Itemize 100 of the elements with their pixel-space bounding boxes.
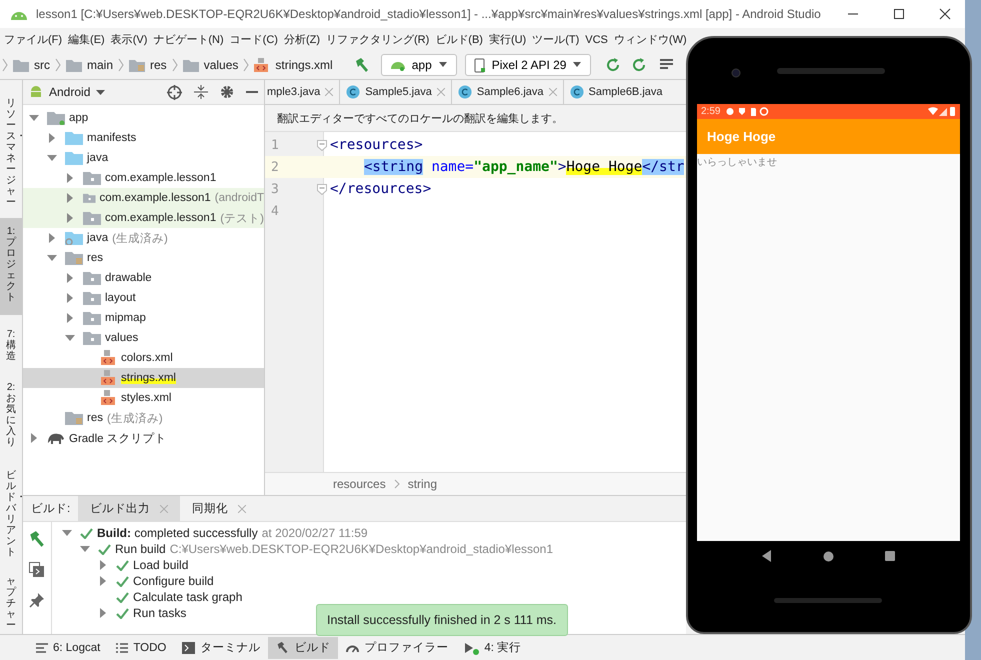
- expand-arrow-icon[interactable]: [29, 433, 39, 443]
- tree-item[interactable]: values: [23, 328, 264, 348]
- tree-item[interactable]: layout: [23, 288, 264, 308]
- tool-window-tab[interactable]: ャプチャー: [0, 572, 22, 635]
- breadcrumb-item[interactable]: res: [129, 58, 167, 72]
- editor-tab[interactable]: Sample6.java: [452, 80, 564, 104]
- menu-item[interactable]: リファクタリング(R): [326, 32, 430, 47]
- breadcrumb-item[interactable]: src: [13, 58, 50, 72]
- panel-tab[interactable]: 同期化: [180, 496, 258, 521]
- maximize-icon[interactable]: [893, 8, 905, 20]
- menu-item[interactable]: ファイル(F): [4, 32, 62, 47]
- tool-window-button[interactable]: 4: 実行: [456, 636, 530, 658]
- tree-item[interactable]: manifests: [23, 128, 264, 148]
- tool-window-button[interactable]: プロファイラー: [338, 636, 456, 658]
- menu-item[interactable]: ウィンドウ(W): [614, 32, 687, 47]
- tree-item[interactable]: java: [23, 148, 264, 168]
- view-dropdown[interactable]: Android: [29, 85, 106, 99]
- expand-arrow-icon[interactable]: [65, 333, 75, 343]
- tree-item[interactable]: Gradle スクリプト: [23, 428, 264, 448]
- tree-item[interactable]: com.example.lesson1 (androidT: [23, 188, 264, 208]
- build-step[interactable]: Build: completed successfully: [97, 526, 258, 540]
- expand-arrow-icon[interactable]: [62, 528, 72, 538]
- expand-arrow-icon[interactable]: [65, 173, 75, 183]
- tree-item[interactable]: colors.xml: [23, 348, 264, 368]
- tree-item[interactable]: com.example.lesson1 (テスト): [23, 208, 264, 228]
- build-step[interactable]: Calculate task graph: [133, 590, 242, 604]
- tool-window-tab[interactable]: 1: プロジェクト: [0, 218, 22, 315]
- tool-window-button[interactable]: ビルド: [268, 636, 338, 658]
- tree-item[interactable]: drawable: [23, 268, 264, 288]
- build-step[interactable]: Run tasks: [133, 606, 186, 620]
- expand-arrow-icon[interactable]: [98, 608, 108, 618]
- editor-tab[interactable]: mple3.java: [265, 80, 340, 104]
- breadcrumb-item[interactable]: main: [66, 58, 114, 72]
- menu-item[interactable]: 表示(V): [110, 32, 148, 47]
- breadcrumb-item[interactable]: resources: [333, 477, 386, 491]
- tree-item[interactable]: java (生成済み): [23, 228, 264, 248]
- fold-icon[interactable]: [317, 184, 327, 194]
- tree-item[interactable]: res: [23, 248, 264, 268]
- tree-item[interactable]: styles.xml: [23, 388, 264, 408]
- breadcrumb-item[interactable]: values: [182, 58, 238, 72]
- tool-window-tab[interactable]: リソース・マネージャー: [0, 94, 22, 212]
- settings-icon[interactable]: [220, 85, 234, 99]
- tool-window-tab[interactable]: 7: 構造: [0, 325, 22, 366]
- line-number: 2: [270, 160, 280, 174]
- expand-arrow-icon[interactable]: [80, 544, 90, 554]
- expand-arrow-icon[interactable]: [98, 560, 108, 570]
- breadcrumb-item[interactable]: strings.xml: [254, 58, 333, 72]
- expand-arrow-icon[interactable]: [65, 213, 75, 223]
- window-title: lesson1 [C:¥Users¥web.DESKTOP-EQR2U6K¥Desktop¥android_stadio¥lesson1] - ...¥app¥src¥main¥res¥values¥strings.xml [app] - Android Studio: [36, 7, 821, 21]
- expand-arrow-icon[interactable]: [65, 313, 75, 323]
- console-icon[interactable]: [29, 562, 45, 578]
- module-dropdown[interactable]: app: [380, 54, 457, 76]
- menu-item[interactable]: ビルド(B): [435, 32, 483, 47]
- panel-tab[interactable]: ビルド出力: [78, 496, 180, 521]
- back-icon[interactable]: [762, 550, 772, 562]
- tree-item[interactable]: app: [23, 108, 264, 128]
- expand-arrow-icon[interactable]: [65, 193, 75, 203]
- home-icon[interactable]: [822, 550, 834, 562]
- editor-tab[interactable]: Sample6B.java: [564, 80, 665, 104]
- menu-item[interactable]: ツール(T): [532, 32, 580, 47]
- build-step[interactable]: Configure build: [133, 574, 214, 588]
- tool-window-button[interactable]: 6: Logcat: [28, 636, 108, 658]
- tree-item[interactable]: mipmap: [23, 308, 264, 328]
- menu-item[interactable]: 編集(E): [68, 32, 105, 47]
- expand-arrow-icon[interactable]: [47, 233, 57, 243]
- expand-arrow-icon[interactable]: [98, 576, 108, 586]
- tool-window-tab[interactable]: ビルド・バリアント: [0, 466, 22, 562]
- expand-arrow-icon[interactable]: [29, 113, 39, 123]
- build-step[interactable]: Run build: [115, 542, 166, 556]
- chevron-icon: [55, 58, 61, 72]
- menu-item[interactable]: 実行(U): [488, 32, 526, 47]
- menu-item[interactable]: 分析(Z): [284, 32, 320, 47]
- pin-icon[interactable]: [29, 592, 45, 608]
- expand-arrow-icon[interactable]: [65, 293, 75, 303]
- crosshair-icon[interactable]: [167, 84, 182, 100]
- tool-window-tab[interactable]: 2: お気に入り: [0, 378, 22, 452]
- recents-icon[interactable]: [884, 551, 895, 561]
- device-dropdown[interactable]: Pixel 2 API 29: [464, 54, 592, 76]
- tree-item[interactable]: strings.xml: [23, 368, 264, 388]
- menu-item[interactable]: ナビゲート(N): [153, 32, 224, 47]
- expand-arrow-icon[interactable]: [47, 133, 57, 143]
- collapse-icon[interactable]: [194, 85, 208, 99]
- tree-item[interactable]: com.example.lesson1: [23, 168, 264, 188]
- check-icon: [80, 528, 93, 538]
- breadcrumb-item[interactable]: string: [408, 477, 438, 491]
- close-icon[interactable]: [939, 8, 951, 20]
- expand-arrow-icon[interactable]: [65, 273, 75, 283]
- tree-item[interactable]: res (生成済み): [23, 408, 264, 428]
- editor-tab[interactable]: Sample5.java: [340, 80, 452, 104]
- hammer-icon[interactable]: [28, 530, 46, 548]
- hammer-icon[interactable]: [354, 57, 370, 73]
- rerun-icon[interactable]: [605, 57, 622, 73]
- fold-icon[interactable]: [317, 140, 327, 150]
- tool-window-button[interactable]: TODO: [108, 636, 174, 658]
- expand-arrow-icon[interactable]: [47, 253, 57, 263]
- build-step[interactable]: Load build: [133, 558, 188, 572]
- expand-arrow-icon[interactable]: [47, 153, 57, 163]
- menu-item[interactable]: VCS: [585, 34, 608, 46]
- tool-window-button[interactable]: ターミナル: [174, 636, 268, 658]
- menu-item[interactable]: コード(C): [230, 32, 278, 47]
